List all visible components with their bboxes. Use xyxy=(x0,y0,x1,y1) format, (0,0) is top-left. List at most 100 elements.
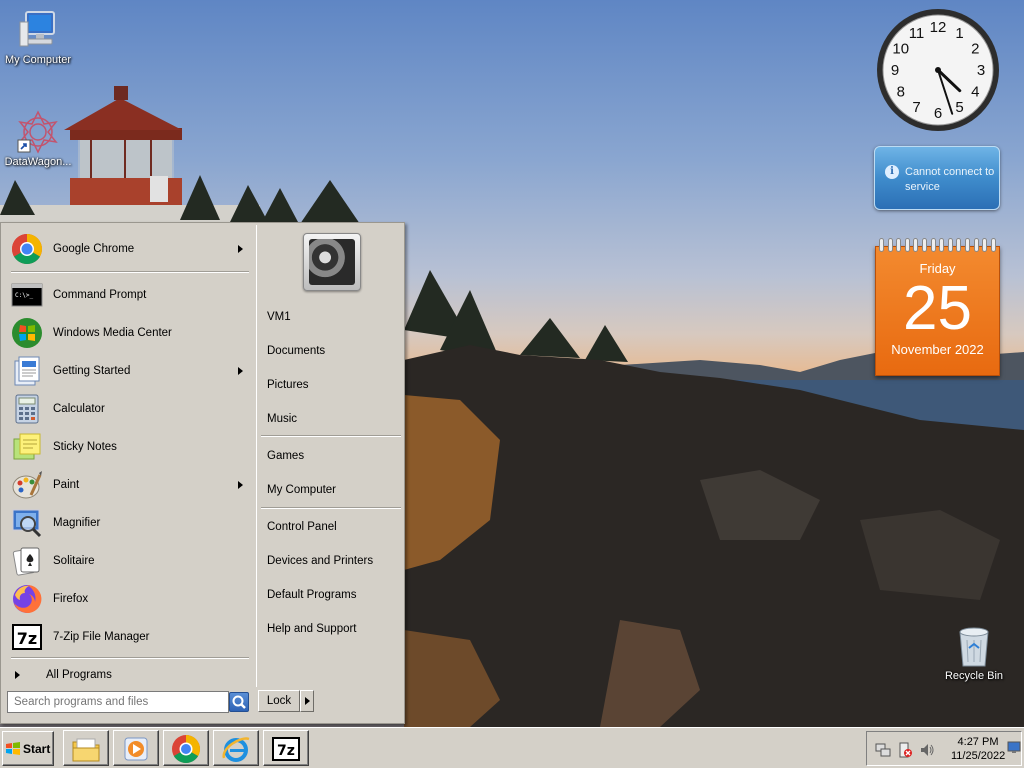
media-player-icon xyxy=(121,734,151,764)
shutdown-options-button[interactable] xyxy=(300,690,314,712)
places-item-control-panel[interactable]: Control Panel xyxy=(267,517,403,537)
magnifier-icon xyxy=(11,507,43,539)
turntable-icon xyxy=(309,239,355,285)
7zip-icon: 7z xyxy=(271,734,301,764)
separator xyxy=(261,435,401,437)
program-solitaire[interactable]: Solitaire xyxy=(7,543,251,579)
program-google-chrome[interactable]: Google Chrome xyxy=(7,231,251,267)
program-label: Google Chrome xyxy=(53,243,135,255)
clock-numeral: 8 xyxy=(897,84,905,101)
places-item-pictures[interactable]: Pictures xyxy=(267,375,403,395)
clock-numeral: 9 xyxy=(891,62,899,79)
clock-numeral: 2 xyxy=(971,41,979,58)
taskbar-google-chrome[interactable] xyxy=(163,730,209,766)
search-icon xyxy=(232,695,246,709)
start-menu-programs-pane: Google Chrome C:\>_ Command Prompt Windo… xyxy=(3,225,254,687)
taskbar-file-explorer[interactable] xyxy=(63,730,109,766)
taskbar-media-player[interactable] xyxy=(113,730,159,766)
program-paint[interactable]: Paint xyxy=(7,467,251,503)
program-label: Calculator xyxy=(53,403,105,415)
desktop-icon-recycle-bin[interactable]: Recycle Bin xyxy=(936,624,1012,682)
places-item-devices-and-printers[interactable]: Devices and Printers xyxy=(267,551,403,571)
getting-started-icon xyxy=(11,355,43,387)
places-item-help-and-support[interactable]: Help and Support xyxy=(267,619,403,639)
start-button[interactable]: Start xyxy=(2,731,54,766)
clock-numeral: 4 xyxy=(971,84,979,101)
program-label: Magnifier xyxy=(53,517,101,529)
program-7zip[interactable]: 7z 7-Zip File Manager xyxy=(7,619,251,655)
weather-message: Cannot connect to service xyxy=(905,166,995,193)
svg-text:7z: 7z xyxy=(277,743,295,759)
calculator-icon xyxy=(11,393,43,425)
program-calculator[interactable]: Calculator xyxy=(7,391,251,427)
clock-numeral: 1 xyxy=(955,25,963,42)
start-menu-places-pane: VM1 Documents Pictures Music Games My Co… xyxy=(256,225,404,687)
program-label: 7-Zip File Manager xyxy=(53,631,150,643)
datawagon-shortcut-icon xyxy=(16,110,60,154)
taskbar-internet-explorer[interactable] xyxy=(213,730,259,766)
clock-face: 12 12 3 45678 9 1011 xyxy=(877,9,999,131)
start-label: Start xyxy=(23,741,51,756)
chrome-icon xyxy=(171,734,201,764)
places-item-music[interactable]: Music xyxy=(267,409,403,429)
recycle-bin-icon xyxy=(952,624,996,668)
clock-numeral: 6 xyxy=(934,105,942,122)
file-explorer-icon xyxy=(71,734,101,764)
7zip-icon: 7z xyxy=(11,621,43,653)
show-desktop-icon[interactable] xyxy=(1007,740,1023,756)
places-item-default-programs[interactable]: Default Programs xyxy=(267,585,403,605)
clock-numeral: 11 xyxy=(909,25,925,42)
action-center-icon[interactable] xyxy=(897,742,913,758)
program-sticky-notes[interactable]: Sticky Notes xyxy=(7,429,251,465)
calendar-month-year: November 2022 xyxy=(891,342,984,357)
computer-icon xyxy=(16,8,60,52)
program-magnifier[interactable]: Magnifier xyxy=(7,505,251,541)
internet-explorer-icon xyxy=(221,734,251,764)
volume-icon[interactable] xyxy=(919,742,935,758)
media-center-icon xyxy=(11,317,43,349)
desktop-icon-my-computer[interactable]: My Computer xyxy=(0,8,76,66)
taskbar: Start 7z 4:27 PM 11/25/2022 xyxy=(0,727,1024,768)
all-programs-button[interactable]: All Programs xyxy=(11,665,251,685)
start-menu: Google Chrome C:\>_ Command Prompt Windo… xyxy=(0,222,405,724)
calendar-page: Friday 25 November 2022 xyxy=(875,246,1000,376)
tray-date: 11/25/2022 xyxy=(951,750,1006,762)
lock-button[interactable]: Lock xyxy=(258,690,300,712)
network-icon[interactable] xyxy=(875,742,891,758)
weather-gadget[interactable]: i Cannot connect to service xyxy=(874,146,1000,210)
search-input[interactable] xyxy=(7,691,229,713)
submenu-arrow-icon xyxy=(238,481,243,489)
places-item-vm1[interactable]: VM1 xyxy=(267,307,403,327)
all-programs-arrow-icon xyxy=(15,671,20,679)
info-icon: i xyxy=(885,165,899,179)
program-command-prompt[interactable]: C:\>_ Command Prompt xyxy=(7,277,251,313)
places-item-games[interactable]: Games xyxy=(267,446,403,466)
search-button[interactable] xyxy=(229,692,249,712)
paint-icon xyxy=(11,469,43,501)
clock-numeral: 10 xyxy=(892,41,909,58)
calendar-gadget[interactable]: Friday 25 November 2022 xyxy=(875,238,1000,378)
places-item-documents[interactable]: Documents xyxy=(267,341,403,361)
solitaire-icon xyxy=(11,545,43,577)
program-windows-media-center[interactable]: Windows Media Center xyxy=(7,315,251,351)
user-picture[interactable] xyxy=(303,233,361,291)
tray-time: 4:27 PM xyxy=(957,736,999,748)
windows-logo-icon xyxy=(6,741,20,755)
desktop-icon-datawagon[interactable]: DataWagon... xyxy=(0,110,76,168)
program-label: Windows Media Center xyxy=(53,327,172,339)
chevron-right-icon xyxy=(305,697,310,705)
svg-text:7z: 7z xyxy=(17,629,37,648)
taskbar-7zip[interactable]: 7z xyxy=(263,730,309,766)
program-label: Getting Started xyxy=(53,365,131,377)
sticky-notes-icon xyxy=(11,431,43,463)
separator xyxy=(11,271,249,273)
tray-clock[interactable]: 4:27 PM 11/25/2022 xyxy=(951,735,1005,763)
firefox-icon xyxy=(11,583,43,615)
program-getting-started[interactable]: Getting Started xyxy=(7,353,251,389)
program-label: Firefox xyxy=(53,593,89,605)
program-firefox[interactable]: Firefox xyxy=(7,581,251,617)
clock-gadget[interactable]: 12 1 2 3 4 5 6 7 8 9 10 11 xyxy=(874,6,1002,134)
submenu-arrow-icon xyxy=(238,367,243,375)
places-item-my-computer[interactable]: My Computer xyxy=(267,480,403,500)
chrome-icon xyxy=(11,233,43,265)
